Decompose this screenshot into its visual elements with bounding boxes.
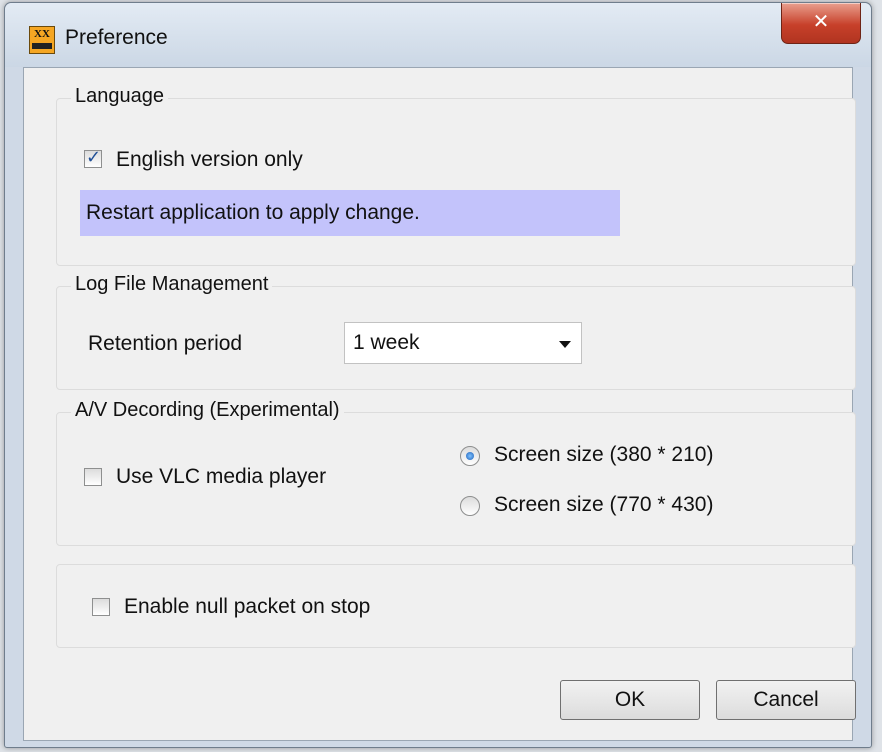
retention-period-select[interactable]: 1 week <box>344 322 582 364</box>
retention-value: 1 week <box>353 331 420 354</box>
english-only-label[interactable]: English version only <box>116 148 303 172</box>
ok-button[interactable]: OK <box>560 680 700 720</box>
english-only-checkbox[interactable] <box>84 147 102 168</box>
window-title: Preference <box>65 26 168 49</box>
close-icon: ✕ <box>812 11 830 33</box>
screen-size-380-radio[interactable] <box>460 446 480 466</box>
close-button[interactable]: ✕ <box>781 3 861 44</box>
retention-period-label: Retention period <box>88 332 243 355</box>
app-logo-icon: XX <box>29 26 55 54</box>
screen-size-770-label[interactable]: Screen size (770 * 430) <box>494 493 713 517</box>
log-group-title: Log File Management <box>71 273 273 296</box>
vlc-label[interactable]: Use VLC media player <box>116 465 326 489</box>
language-group-title: Language <box>71 85 168 108</box>
language-group: Language <box>56 85 856 266</box>
dialog-body: Language English version only Restart ap… <box>23 67 856 741</box>
screen-size-770-radio[interactable] <box>460 496 480 516</box>
preference-dialog: XX Preference ✕ Language English version… <box>4 2 872 748</box>
null-packet-checkbox[interactable] <box>92 598 110 616</box>
av-group-title: A/V Decording (Experimental) <box>71 399 344 422</box>
restart-notice: Restart application to apply change. <box>80 190 620 236</box>
screen-size-380-label[interactable]: Screen size (380 * 210) <box>494 443 713 467</box>
null-packet-label[interactable]: Enable null packet on stop <box>124 595 370 619</box>
title-bar[interactable]: XX Preference ✕ <box>5 3 871 67</box>
chevron-down-icon <box>559 341 571 348</box>
vlc-checkbox[interactable] <box>84 468 102 486</box>
cancel-button[interactable]: Cancel <box>716 680 856 720</box>
